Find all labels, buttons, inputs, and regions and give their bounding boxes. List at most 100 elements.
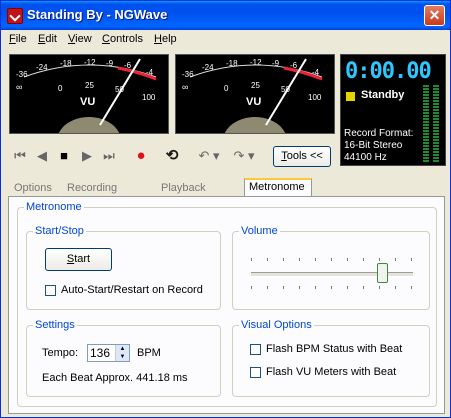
- start-stop-title: Start/Stop: [33, 225, 86, 237]
- menu-file-accel: F: [9, 33, 16, 45]
- vu-right-tick-25: 25: [251, 81, 260, 90]
- vu-left-tick-18: -18: [60, 59, 72, 68]
- vu-meter-left: -36 -24 -18 -12 -9 -6 -4 ∞ 0 25 50 100 V…: [9, 54, 169, 134]
- menu-help[interactable]: Help: [154, 33, 177, 45]
- vu-left-tick-25: 25: [85, 81, 94, 90]
- tempo-value: 136: [90, 346, 111, 360]
- vu-left-tick-12: -12: [84, 58, 96, 67]
- menu-controls-accel: C: [102, 33, 110, 45]
- metronome-group: Metronome Start/Stop Start Auto-Start/Re…: [17, 201, 437, 407]
- vu-meter-left-face: -36 -24 -18 -12 -9 -6 -4 ∞ 0 25 50 100 V…: [16, 58, 157, 133]
- menu-controls[interactable]: Controls: [102, 33, 143, 45]
- stop-icon[interactable]: ■: [55, 147, 73, 165]
- flash-vu-label: Flash VU Meters with Beat: [266, 366, 397, 378]
- vu-right-tick-100: 100: [308, 93, 322, 102]
- vu-left-tick-4: -4: [146, 68, 154, 77]
- vu-right-tick-12: -12: [250, 58, 262, 67]
- status-text: Standby: [361, 89, 405, 101]
- tempo-spin-buttons[interactable]: ▲ ▼: [115, 345, 129, 361]
- time-counter: 0:00.00: [345, 59, 432, 84]
- vu-right-tick-50: 50: [281, 85, 290, 94]
- vu-right-tick-18: -18: [226, 59, 238, 68]
- record-format: Record Format: 16-Bit Stereo 44100 Hz: [344, 128, 413, 164]
- start-button[interactable]: Start: [45, 248, 112, 271]
- visual-options-title: Visual Options: [239, 319, 314, 331]
- vu-meter-right-face: -36 -24 -18 -12 -9 -6 -4 ∞ 0 25 50 100 V…: [182, 58, 323, 133]
- menu-bar: File Edit View Controls Help: [2, 30, 449, 49]
- flash-bpm-checkbox[interactable]: [250, 344, 261, 355]
- menu-view-label: iew: [75, 33, 92, 45]
- metronome-panel: Metronome Start/Stop Start Auto-Start/Re…: [8, 196, 445, 414]
- visual-options-group: Visual Options Flash BPM Status with Bea…: [232, 319, 430, 397]
- rewind-icon[interactable]: ◀: [33, 147, 51, 165]
- vu-left-tick-6: -6: [124, 61, 132, 70]
- tempo-label: Tempo:: [42, 347, 79, 359]
- fast-forward-icon[interactable]: ⏭: [100, 147, 118, 165]
- vu-left-tick-24: -24: [36, 63, 48, 72]
- vu-right-tick-0: 0: [224, 84, 229, 93]
- flash-bpm-label: Flash BPM Status with Beat: [266, 343, 403, 355]
- level-meter-left: [423, 85, 429, 163]
- menu-edit[interactable]: Edit: [38, 33, 57, 45]
- vu-left-tick-36: -36: [16, 70, 28, 79]
- menu-edit-label: dit: [45, 33, 57, 45]
- vu-left-tick-100: 100: [142, 93, 156, 102]
- vu-meter-right: -36 -24 -18 -12 -9 -6 -4 ∞ 0 25 50 100 V…: [175, 54, 335, 134]
- menu-file[interactable]: File: [9, 33, 27, 45]
- flash-vu-checkbox[interactable]: [250, 367, 261, 378]
- app-window: Standing By - NGWave ✕ File Edit View Co…: [0, 0, 451, 418]
- volume-slider-track[interactable]: [251, 272, 413, 277]
- menu-view[interactable]: View: [68, 33, 92, 45]
- record-format-channels: 16-Bit Stereo: [344, 140, 403, 151]
- record-format-label: Record Format:: [344, 128, 414, 139]
- play-icon[interactable]: ▶: [78, 147, 96, 165]
- vu-left-label: VU: [80, 96, 95, 108]
- auto-start-checkbox[interactable]: [45, 285, 56, 296]
- tab-playback-mixer[interactable]: Playback Mixer: [157, 180, 210, 211]
- tab-options[interactable]: Options: [10, 180, 56, 197]
- settings-title: Settings: [33, 319, 77, 331]
- undo-icon[interactable]: ↶ ▾: [196, 147, 222, 165]
- menu-help-label: elp: [161, 33, 177, 45]
- title-bar[interactable]: Standing By - NGWave ✕: [1, 1, 450, 30]
- tempo-up-icon[interactable]: ▲: [116, 345, 129, 353]
- menu-file-label: ile: [15, 33, 27, 45]
- vu-right-tick-9: -9: [272, 59, 280, 68]
- menu-help-accel: H: [154, 33, 162, 45]
- vu-right-tick-4: -4: [312, 68, 320, 77]
- bpm-label: BPM: [137, 347, 161, 359]
- level-meter-right: [433, 85, 439, 163]
- vu-right-tick-6: -6: [290, 61, 298, 70]
- tools-button-label: ools <<: [286, 150, 323, 162]
- auto-start-label: Auto-Start/Restart on Record: [61, 284, 203, 296]
- start-stop-group: Start/Stop Start Auto-Start/Restart on R…: [26, 225, 221, 310]
- rewind-start-icon[interactable]: ⏮: [11, 147, 29, 165]
- tempo-down-icon[interactable]: ▼: [116, 353, 129, 361]
- loop-icon[interactable]: ⟲: [163, 147, 181, 165]
- start-button-label: tart: [74, 253, 91, 265]
- vu-right-tick-36: -36: [182, 70, 194, 79]
- redo-icon[interactable]: ↷ ▾: [231, 147, 257, 165]
- vu-right-label: VU: [246, 96, 261, 108]
- close-button[interactable]: ✕: [424, 5, 445, 26]
- record-format-rate: 44100 Hz: [344, 152, 387, 163]
- volume-slider-thumb[interactable]: [377, 263, 388, 283]
- vu-left-tick-inf: ∞: [16, 82, 22, 92]
- app-icon: [7, 8, 23, 24]
- volume-group: Volume: [232, 225, 430, 310]
- vu-left-tick-0: 0: [58, 84, 63, 93]
- menu-controls-label: ontrols: [109, 33, 143, 45]
- record-icon[interactable]: ●: [132, 147, 150, 165]
- tab-metronome[interactable]: Metronome: [244, 178, 312, 197]
- vu-right-tick-inf: ∞: [182, 82, 188, 92]
- status-display: 0:00.00 Standby Record Format: 16-Bit St…: [340, 54, 446, 166]
- status-indicator-icon: [346, 92, 355, 101]
- tab-recording-mixer[interactable]: Recording Mixer: [63, 180, 121, 211]
- settings-group: Settings Tempo: 136 ▲ ▼ BPM Each Beat App…: [26, 319, 221, 397]
- tools-button[interactable]: Tools <<: [273, 146, 331, 167]
- volume-title: Volume: [239, 225, 280, 237]
- metronome-group-title: Metronome: [24, 201, 84, 213]
- beat-duration-text: Each Beat Approx. 441.18 ms: [42, 372, 188, 384]
- vu-left-tick-50: 50: [115, 85, 124, 94]
- tempo-stepper[interactable]: 136 ▲ ▼: [87, 344, 130, 362]
